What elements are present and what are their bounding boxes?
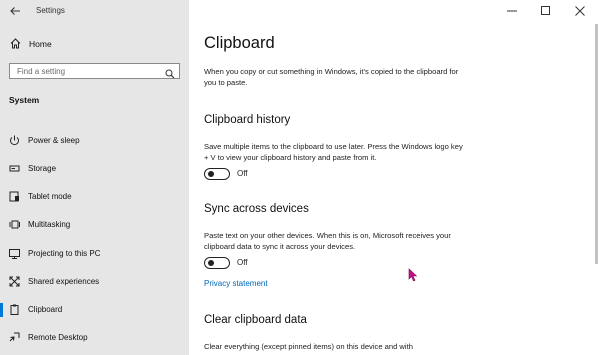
toggle-knob xyxy=(208,260,214,266)
clipboard-history-heading: Clipboard history xyxy=(204,114,291,126)
home-icon xyxy=(9,37,22,50)
toggle-knob xyxy=(208,171,214,177)
intro-text: When you copy or cut something in Window… xyxy=(204,67,459,87)
remote-desktop-icon xyxy=(8,331,21,344)
sync-description: Paste text on your other devices. When t… xyxy=(204,231,451,251)
sidebar-item-multitasking[interactable]: Multitasking xyxy=(0,215,189,235)
power-icon xyxy=(8,134,21,147)
sidebar-item-label: Remote Desktop xyxy=(28,333,88,342)
minimize-icon xyxy=(507,10,517,12)
mouse-cursor-icon xyxy=(408,268,418,282)
sidebar-item-label: Shared experiences xyxy=(28,277,100,286)
sidebar-item-label: Power & sleep xyxy=(28,136,80,145)
sidebar-item-label: Projecting to this PC xyxy=(28,249,101,258)
clear-clipboard-heading: Clear clipboard data xyxy=(204,314,307,326)
maximize-button[interactable] xyxy=(530,0,562,22)
privacy-statement-link[interactable]: Privacy statement xyxy=(204,279,268,288)
home-nav-item[interactable]: Home xyxy=(0,34,189,54)
toggle-state-label: Off xyxy=(237,258,248,267)
clipboard-history-description: Save multiple items to the clipboard to … xyxy=(204,142,463,162)
search-box[interactable] xyxy=(9,63,180,79)
sidebar-item-remote-desktop[interactable]: Remote Desktop xyxy=(0,328,189,348)
sidebar-item-power-sleep[interactable]: Power & sleep xyxy=(0,131,189,151)
clear-clipboard-description: Clear everything (except pinned items) o… xyxy=(204,342,413,351)
sidebar-item-label: Multitasking xyxy=(28,220,71,229)
sidebar-item-label: Tablet mode xyxy=(28,192,72,201)
maximize-icon xyxy=(541,6,550,15)
sidebar-item-tablet-mode[interactable]: Tablet mode xyxy=(0,187,189,207)
clipboard-history-toggle[interactable]: Off xyxy=(204,168,248,182)
multitasking-icon xyxy=(8,218,21,231)
vertical-scrollbar[interactable] xyxy=(594,22,600,355)
window-controls xyxy=(490,0,600,22)
search-icon[interactable] xyxy=(165,66,175,79)
title-bar-left: Settings xyxy=(0,0,189,22)
sidebar-item-label: Clipboard xyxy=(28,305,63,314)
page-title: Clipboard xyxy=(204,34,275,52)
projecting-icon xyxy=(8,247,21,260)
sidebar-item-label: Storage xyxy=(28,164,57,173)
tablet-mode-icon xyxy=(8,190,21,203)
home-label: Home xyxy=(29,39,52,49)
scrollbar-thumb[interactable] xyxy=(595,24,598,264)
window-title: Settings xyxy=(36,6,65,15)
sidebar-item-projecting[interactable]: Projecting to this PC xyxy=(0,244,189,264)
toggle-state-label: Off xyxy=(237,169,248,178)
section-title: System xyxy=(9,95,40,105)
sidebar-item-storage[interactable]: Storage xyxy=(0,159,189,179)
minimize-button[interactable] xyxy=(496,0,528,22)
clipboard-icon xyxy=(8,303,21,316)
sidebar: Settings Home System Power & sleep Stora… xyxy=(0,0,189,355)
back-arrow-icon[interactable] xyxy=(8,4,22,18)
shared-experiences-icon xyxy=(8,275,21,288)
sidebar-item-clipboard[interactable]: Clipboard xyxy=(0,300,189,320)
sync-toggle[interactable]: Off xyxy=(204,257,248,271)
search-input[interactable] xyxy=(10,64,167,78)
close-icon xyxy=(575,6,585,16)
sidebar-item-shared-experiences[interactable]: Shared experiences xyxy=(0,272,189,292)
storage-icon xyxy=(8,162,21,175)
sync-heading: Sync across devices xyxy=(204,203,309,215)
close-button[interactable] xyxy=(564,0,596,22)
